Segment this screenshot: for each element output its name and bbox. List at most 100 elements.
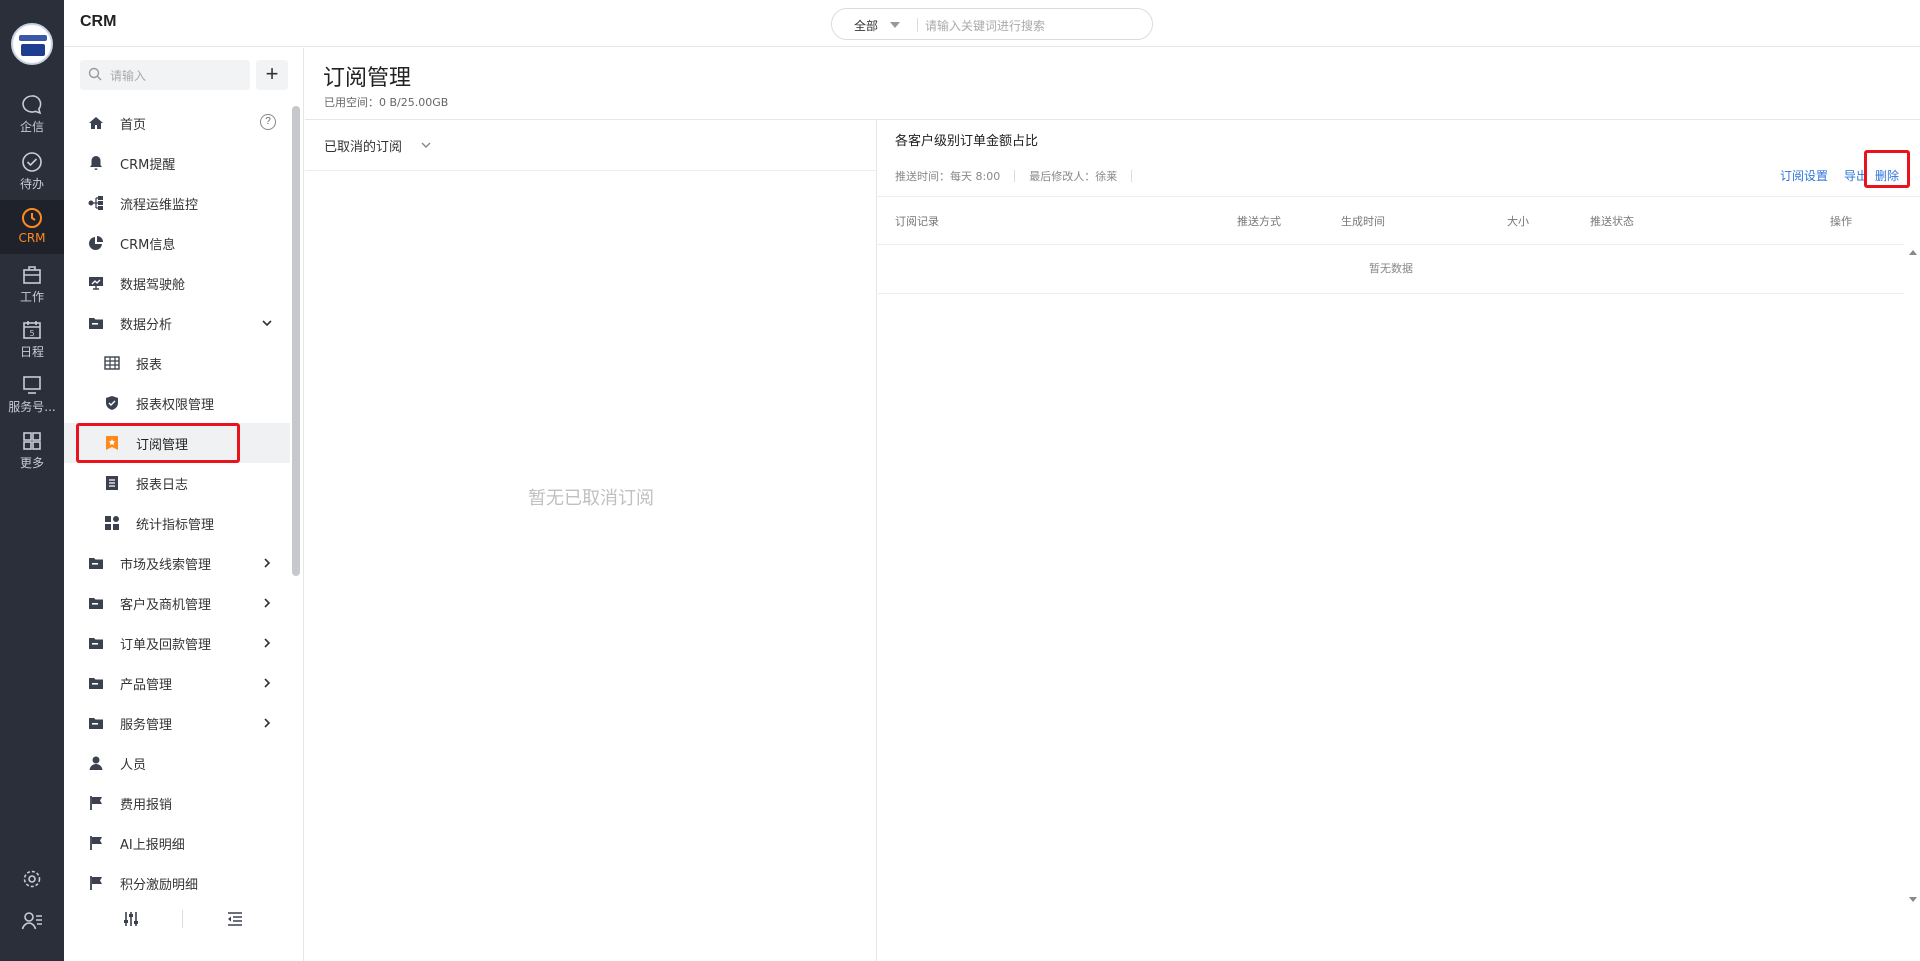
app-rail: 企信 待办 CRM 工作 5 日程 服务号... 更多 bbox=[0, 0, 64, 961]
folder-icon bbox=[89, 318, 103, 329]
sidebar-item-points[interactable]: 积分激励明细 bbox=[64, 863, 290, 903]
sidebar-search-input[interactable]: 请输入 bbox=[80, 60, 250, 90]
chevron-right-icon[interactable] bbox=[261, 677, 273, 689]
collapse-menu-icon[interactable] bbox=[226, 910, 244, 928]
rail-item-label: CRM bbox=[18, 231, 46, 245]
column-header: 订阅记录 bbox=[895, 215, 939, 228]
sidebar-item-report-permissions[interactable]: 报表权限管理 bbox=[64, 383, 290, 423]
flag-icon bbox=[90, 876, 102, 890]
flag-icon bbox=[90, 796, 102, 810]
folder-icon bbox=[89, 678, 103, 689]
search-input[interactable]: 请输入关键词进行搜索 bbox=[925, 17, 1045, 34]
sidebar: 请输入 + 首页 ? CRM提醒 流程运维监控 CRM信息 数据驾驶舱 数据分析… bbox=[64, 48, 304, 961]
subscription-settings-link[interactable]: 订阅设置 bbox=[1780, 167, 1828, 184]
check-circle-icon bbox=[22, 152, 42, 172]
global-search[interactable]: 全部 请输入关键词进行搜索 bbox=[831, 8, 1153, 40]
column-header: 推送方式 bbox=[1237, 215, 1281, 228]
rail-item-service[interactable]: 服务号... bbox=[0, 374, 64, 428]
column-header: 大小 bbox=[1507, 215, 1529, 228]
org-logo[interactable] bbox=[11, 23, 53, 65]
sidebar-item-label: 首页 bbox=[120, 118, 147, 133]
chevron-right-icon[interactable] bbox=[261, 717, 273, 729]
highlight-box bbox=[1864, 150, 1910, 188]
sidebar-item-flow-monitor[interactable]: 流程运维监控 bbox=[64, 183, 290, 223]
subscription-filter-select[interactable]: 已取消的订阅 bbox=[324, 136, 402, 155]
rail-item-qixin[interactable]: 企信 bbox=[0, 94, 64, 148]
sidebar-item-report-log[interactable]: 报表日志 bbox=[64, 463, 290, 503]
bell-icon bbox=[90, 156, 102, 170]
sidebar-item-report[interactable]: 报表 bbox=[64, 343, 290, 383]
sidebar-item-label: CRM提醒 bbox=[120, 158, 176, 173]
help-icon[interactable]: ? bbox=[260, 114, 276, 130]
rail-item-more[interactable]: 更多 bbox=[0, 430, 64, 484]
caret-down-icon[interactable] bbox=[890, 22, 900, 28]
sidebar-item-metrics[interactable]: 统计指标管理 bbox=[64, 503, 290, 543]
sidebar-item-expense[interactable]: 费用报销 bbox=[64, 783, 290, 823]
sidebar-footer bbox=[64, 904, 304, 949]
folder-icon bbox=[89, 638, 103, 649]
sidebar-item-data-analysis[interactable]: 数据分析 bbox=[64, 303, 290, 343]
sidebar-item-crm-info[interactable]: CRM信息 bbox=[64, 223, 290, 263]
column-header: 生成时间 bbox=[1341, 215, 1385, 228]
sidebar-scrollbar[interactable] bbox=[292, 106, 300, 576]
add-button[interactable]: + bbox=[256, 60, 288, 90]
grid-icon bbox=[23, 432, 41, 450]
sidebar-item-crm-reminder[interactable]: CRM提醒 bbox=[64, 143, 290, 183]
sidebar-item-orders[interactable]: 订单及回款管理 bbox=[64, 623, 290, 663]
sidebar-item-customers[interactable]: 客户及商机管理 bbox=[64, 583, 290, 623]
rail-item-label: 待办 bbox=[19, 177, 44, 191]
chevron-right-icon[interactable] bbox=[261, 637, 273, 649]
sidebar-item-label: CRM信息 bbox=[120, 238, 176, 253]
sidebar-item-market-leads[interactable]: 市场及线索管理 bbox=[64, 543, 290, 583]
logo-band bbox=[19, 35, 47, 41]
scroll-up-arrow-icon[interactable] bbox=[1909, 250, 1917, 255]
sidebar-item-label: 费用报销 bbox=[120, 798, 173, 813]
sidebar-item-label: 客户及商机管理 bbox=[120, 598, 212, 613]
log-icon bbox=[106, 476, 118, 490]
search-scope-select[interactable]: 全部 bbox=[854, 17, 878, 34]
dashboard-icon bbox=[89, 277, 103, 290]
briefcase-icon bbox=[23, 266, 41, 284]
sidebar-item-label: 积分激励明细 bbox=[120, 878, 199, 893]
subscription-title: 各客户级别订单金额占比 bbox=[895, 134, 1039, 149]
rail-item-crm[interactable]: CRM bbox=[0, 200, 64, 254]
column-header: 推送状态 bbox=[1590, 215, 1634, 228]
chevron-down-icon[interactable] bbox=[420, 139, 432, 151]
rail-item-schedule[interactable]: 5 日程 bbox=[0, 319, 64, 373]
chat-bubble-icon bbox=[22, 95, 42, 115]
rail-item-work[interactable]: 工作 bbox=[0, 264, 64, 318]
sidebar-item-label: 市场及线索管理 bbox=[120, 558, 212, 573]
rail-item-todo[interactable]: 待办 bbox=[0, 151, 64, 205]
sidebar-item-label: 报表日志 bbox=[136, 478, 189, 493]
page-title: 订阅管理 bbox=[323, 66, 412, 91]
logo-mark bbox=[21, 44, 45, 56]
settings-gear-icon[interactable] bbox=[21, 868, 43, 890]
sidebar-item-personnel[interactable]: 人员 bbox=[64, 743, 290, 783]
chevron-right-icon[interactable] bbox=[261, 597, 273, 609]
rail-item-label: 日程 bbox=[19, 345, 44, 359]
highlight-box bbox=[76, 423, 240, 463]
sidebar-item-home[interactable]: 首页 ? bbox=[64, 103, 290, 143]
sidebar-item-ai-report[interactable]: AI上报明细 bbox=[64, 823, 290, 863]
table-icon bbox=[104, 356, 120, 370]
sliders-icon[interactable] bbox=[122, 910, 140, 928]
last-modifier: 最后修改人：徐莱 bbox=[1029, 170, 1118, 183]
calendar-icon: 5 bbox=[23, 321, 41, 339]
folder-icon bbox=[89, 598, 103, 609]
rail-item-label: 服务号... bbox=[8, 400, 56, 414]
storage-usage: 已用空间：0 B/25.00GB bbox=[324, 96, 449, 109]
person-icon bbox=[89, 756, 103, 770]
sidebar-item-label: 报表 bbox=[136, 358, 163, 373]
chevron-down-icon[interactable] bbox=[261, 317, 273, 329]
sidebar-item-products[interactable]: 产品管理 bbox=[64, 663, 290, 703]
main-content: 订阅管理 已用空间：0 B/25.00GB 已取消的订阅 暂无已取消订阅 各客户… bbox=[305, 48, 1920, 961]
user-profile-icon[interactable] bbox=[21, 910, 43, 932]
table-scrollbar[interactable] bbox=[1908, 246, 1918, 906]
meta-divider bbox=[1131, 170, 1133, 182]
sidebar-item-data-cockpit[interactable]: 数据驾驶舱 bbox=[64, 263, 290, 303]
sidebar-item-label: 服务管理 bbox=[120, 718, 173, 733]
scroll-down-arrow-icon[interactable] bbox=[1909, 897, 1917, 902]
clock-icon bbox=[22, 208, 42, 228]
sidebar-item-services[interactable]: 服务管理 bbox=[64, 703, 290, 743]
chevron-right-icon[interactable] bbox=[261, 557, 273, 569]
